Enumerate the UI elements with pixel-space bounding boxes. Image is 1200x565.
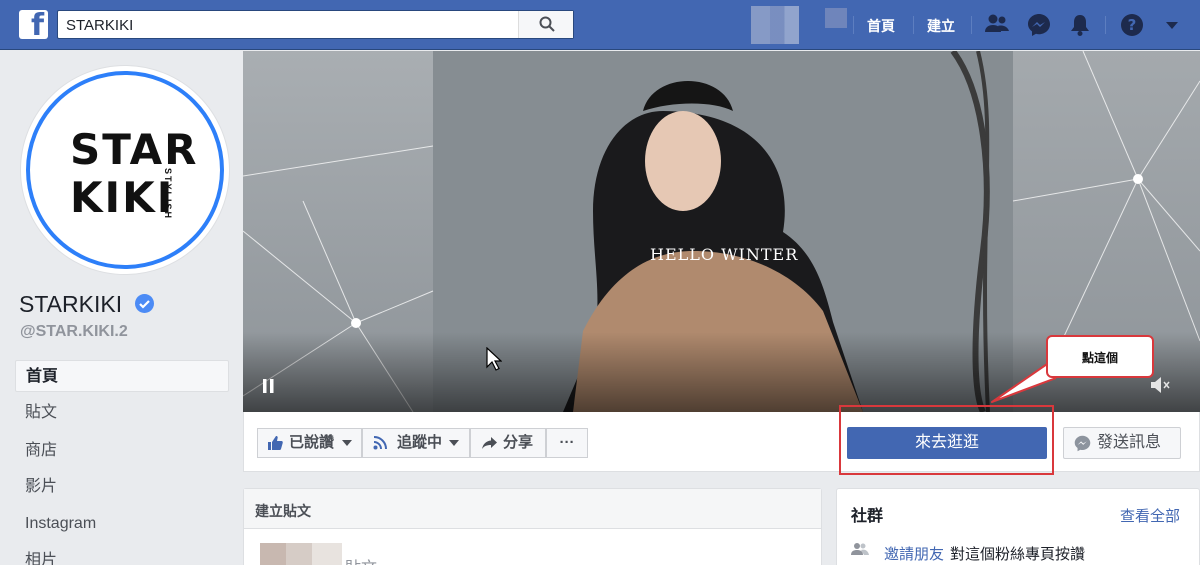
community-card: 社群 查看全部 邀請朋友 對這個粉絲專頁按讚 bbox=[836, 488, 1200, 565]
like-button-label: 已說讚 bbox=[289, 434, 335, 451]
annotation-callout-text: 點這個 bbox=[1081, 351, 1118, 365]
community-title: 社群 bbox=[851, 508, 884, 525]
search-button[interactable] bbox=[518, 11, 573, 38]
share-button-label: 分享 bbox=[503, 434, 534, 451]
nav-create-link[interactable]: 建立 bbox=[927, 16, 955, 36]
search-icon bbox=[539, 16, 555, 32]
annotation-highlight-box bbox=[839, 405, 1054, 475]
share-arrow-icon bbox=[482, 437, 497, 449]
page-username[interactable]: @STAR.KIKI.2 bbox=[20, 323, 128, 341]
nav-divider bbox=[1105, 16, 1106, 34]
logo-text-kiki: KIKI bbox=[70, 173, 175, 222]
create-post-title: 建立貼文 bbox=[255, 503, 311, 519]
nav-home-link[interactable]: 首頁 bbox=[867, 16, 895, 36]
search-input[interactable] bbox=[66, 15, 516, 35]
cover-caption: HELLO WINTER bbox=[650, 245, 799, 264]
facebook-logo-icon[interactable]: f bbox=[19, 10, 48, 39]
svg-text:?: ? bbox=[1128, 16, 1137, 34]
sidebar-item-shop[interactable]: 商店 bbox=[15, 435, 229, 467]
verified-badge-icon bbox=[135, 294, 154, 313]
sidebar-item-photos[interactable]: 相片 bbox=[15, 545, 229, 565]
post-avatar-blurred bbox=[286, 543, 312, 565]
invite-friends-link[interactable]: 邀請朋友 bbox=[884, 543, 944, 564]
page-profile-picture[interactable]: STAR KIKI STYLISH bbox=[20, 65, 230, 275]
share-button[interactable]: 分享 bbox=[470, 428, 546, 458]
send-message-button[interactable]: 發送訊息 bbox=[1063, 427, 1181, 459]
search-box bbox=[57, 10, 574, 39]
page-name[interactable]: STARKIKI bbox=[19, 291, 122, 318]
annotation-callout: 點這個 bbox=[1046, 335, 1154, 378]
see-all-link[interactable]: 查看全部 bbox=[1120, 505, 1180, 526]
nav-divider bbox=[853, 16, 854, 34]
pause-icon[interactable] bbox=[262, 378, 276, 394]
thumbs-up-icon bbox=[268, 436, 283, 450]
sidebar-item-instagram[interactable]: Instagram bbox=[15, 508, 229, 540]
sidebar-item-posts[interactable]: 貼文 bbox=[15, 397, 229, 429]
profile-name-blurred[interactable] bbox=[825, 8, 847, 28]
follow-button-label: 追蹤中 bbox=[397, 434, 443, 451]
nav-divider bbox=[971, 16, 972, 34]
messenger-icon[interactable] bbox=[1027, 13, 1051, 37]
top-navigation-bar: f 首頁 建立 ? bbox=[0, 0, 1200, 50]
friends-icon[interactable] bbox=[984, 13, 1010, 35]
invite-friends-icon bbox=[851, 543, 869, 555]
mouse-cursor-icon bbox=[486, 347, 502, 371]
chevron-down-icon bbox=[342, 440, 352, 446]
logo-text-star: STAR bbox=[70, 125, 199, 174]
chevron-down-icon bbox=[449, 440, 459, 446]
more-options-button[interactable]: ··· bbox=[546, 428, 588, 458]
send-message-label: 發送訊息 bbox=[1097, 434, 1162, 451]
create-post-input[interactable]: 貼文 bbox=[345, 554, 377, 565]
nav-divider bbox=[913, 16, 914, 34]
rss-follow-icon bbox=[373, 436, 387, 450]
sidebar-item-home[interactable]: 首頁 bbox=[15, 360, 229, 392]
post-avatar-blurred bbox=[260, 543, 286, 565]
create-post-header: 建立貼文 bbox=[244, 489, 821, 529]
profile-avatar-blurred[interactable] bbox=[751, 6, 799, 44]
sidebar-item-videos[interactable]: 影片 bbox=[15, 471, 229, 503]
like-button[interactable]: 已說讚 bbox=[257, 428, 362, 458]
invite-friends-text: 對這個粉絲專頁按讚 bbox=[950, 546, 1086, 563]
dropdown-icon[interactable] bbox=[1165, 21, 1179, 31]
more-options-icon: ··· bbox=[559, 434, 575, 451]
help-icon[interactable]: ? bbox=[1120, 13, 1144, 37]
post-avatar-blurred bbox=[312, 543, 342, 565]
logo-text-stylish: STYLISH bbox=[163, 168, 173, 221]
follow-button[interactable]: 追蹤中 bbox=[362, 428, 470, 458]
profile-picture-ring: STAR KIKI STYLISH bbox=[26, 71, 224, 269]
messenger-icon bbox=[1074, 435, 1091, 452]
bell-icon[interactable] bbox=[1069, 13, 1091, 37]
